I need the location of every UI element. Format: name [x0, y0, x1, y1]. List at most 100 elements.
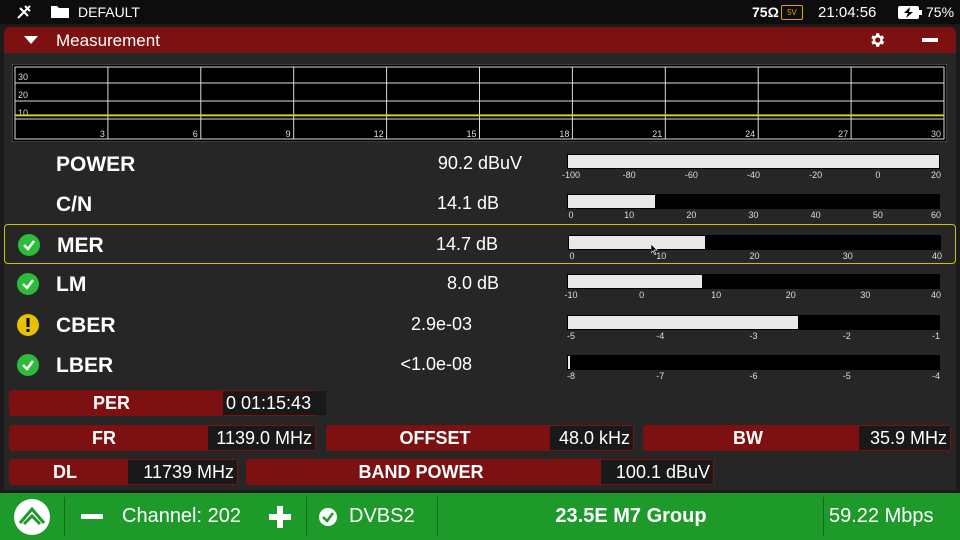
bar-scale-tick: 60 — [930, 210, 942, 220]
bar-scale-tick: -4 — [656, 331, 665, 341]
graph-y-tick: 10 — [18, 108, 28, 118]
collapse-triangle-icon[interactable] — [24, 36, 38, 45]
lock-check-icon — [319, 508, 337, 526]
measurement-row-mer[interactable]: MER 14.7 dB 0 10 20 30 40 — [4, 224, 956, 264]
bw-box: BW 35.9 MHz — [643, 425, 951, 451]
graph-y-tick: 20 — [18, 90, 28, 100]
bar-scale-tick: -1 — [931, 331, 941, 341]
graph-x-tick: 12 — [374, 129, 384, 139]
gear-icon[interactable] — [868, 31, 886, 49]
fr-label: FR — [92, 428, 116, 448]
divider — [64, 497, 65, 536]
antenna-off-icon — [17, 5, 31, 19]
bar-scale: -10 0 10 20 30 40 — [564, 290, 941, 302]
bitrate-value: 59.22 Mbps — [829, 505, 934, 527]
level-bar — [567, 274, 940, 289]
bar-scale-tick: -10 — [564, 290, 578, 300]
bar-scale-tick: -60 — [684, 170, 698, 180]
bar-scale-tick: -40 — [746, 170, 761, 180]
service-name[interactable]: 23.5E M7 Group — [438, 505, 824, 528]
measurement-row-power[interactable]: POWER 90.2 dBuV -100 -80 -60 -40 -20 0 20 — [4, 144, 956, 184]
minimize-icon[interactable] — [922, 38, 938, 42]
check-circle-icon — [18, 234, 40, 256]
measurement-value: 14.1 dB — [436, 193, 499, 213]
bar-scale-tick: -20 — [809, 170, 823, 180]
voltage-indicator: 5V — [781, 5, 803, 20]
bar-scale-tick: -6 — [749, 371, 758, 381]
history-graph: 3 6 9 12 15 18 21 24 27 30 30 20 10 — [12, 64, 947, 142]
per-box: PER 0 01:15:43 — [9, 390, 326, 416]
level-bar-fill — [568, 195, 655, 208]
bar-scale-tick: -80 — [622, 170, 636, 180]
level-bar — [567, 154, 940, 169]
bar-scale-tick: -5 — [566, 331, 576, 341]
fr-box: FR 1139.0 MHz — [9, 425, 316, 451]
band-power-box: BAND POWER 100.1 dBuV — [246, 459, 714, 485]
home-logo-icon[interactable] — [14, 499, 50, 535]
level-bar — [568, 235, 941, 250]
measurement-value: <1.0e-08 — [400, 354, 472, 374]
bw-value: 35.9 MHz — [859, 426, 950, 450]
level-bar — [567, 355, 940, 370]
per-label: PER — [92, 393, 130, 413]
bar-scale-tick: -5 — [842, 371, 851, 381]
measurement-name: POWER — [56, 153, 136, 176]
mouse-cursor-icon — [650, 242, 659, 260]
measurement-row-cber[interactable]: CBER 2.9e-03 -5 -4 -3 -2 -1 — [4, 305, 956, 345]
measurement-name: CBER — [56, 314, 116, 337]
dl-box: DL 11739 MHz — [9, 459, 238, 485]
bw-label: BW — [733, 428, 763, 448]
folder-icon — [51, 6, 69, 18]
per-value: 0 01:15:43 — [223, 391, 326, 415]
graph-x-tick: 18 — [559, 129, 569, 139]
graph-x-tick: 30 — [931, 129, 941, 139]
offset-box: OFFSET 48.0 kHz — [326, 425, 634, 451]
band-power-label: BAND POWER — [358, 462, 484, 482]
measurement-row-cn[interactable]: C/N 14.1 dB 0 10 20 30 40 50 60 — [4, 184, 956, 224]
level-bar-fill — [568, 356, 570, 369]
bar-scale-tick: 30 — [842, 251, 853, 261]
measurement-row-lber[interactable]: LBER <1.0e-08 -8 -7 -6 -5 -4 — [4, 345, 956, 385]
measurement-name: LBER — [56, 354, 114, 377]
bar-scale-tick: 50 — [872, 210, 883, 220]
level-bar-fill — [569, 236, 705, 249]
channel-up-button[interactable] — [268, 506, 292, 528]
bar-scale: -5 -4 -3 -2 -1 — [567, 331, 940, 343]
battery-charging-icon — [898, 6, 922, 19]
check-circle-icon — [17, 273, 39, 295]
graph-x-tick: 15 — [466, 129, 476, 139]
fr-value: 1139.0 MHz — [208, 426, 315, 450]
measurement-header[interactable]: Measurement — [4, 27, 956, 53]
standard-label: DVBS2 — [349, 505, 415, 527]
bottom-bar: Channel: 202 DVBS2 23.5E M7 Group 59.22 … — [0, 493, 960, 540]
impedance-indicator: 75Ω — [752, 4, 779, 20]
profile-name: DEFAULT — [78, 4, 140, 20]
graph-x-tick: 21 — [652, 129, 662, 139]
offset-value: 48.0 kHz — [550, 426, 633, 450]
band-power-value: 100.1 dBuV — [601, 460, 713, 484]
measurement-name: C/N — [56, 193, 93, 216]
battery-level: 75% — [926, 4, 955, 20]
channel-label: Channel: 202 — [122, 505, 241, 527]
bar-scale-tick: 20 — [686, 210, 697, 220]
measurement-row-lm[interactable]: LM 8.0 dB -10 0 10 20 30 40 — [4, 264, 956, 304]
offset-label: OFFSET — [399, 428, 471, 448]
bar-scale-tick: -8 — [566, 371, 576, 381]
measurement-value: 2.9e-03 — [410, 314, 472, 334]
bar-scale-tick: -100 — [561, 170, 581, 180]
measurement-value: 90.2 dBuV — [437, 153, 522, 173]
bar-scale-tick: 0 — [569, 251, 575, 261]
measurement-name: LM — [56, 273, 87, 296]
bar-scale-tick: 30 — [860, 290, 871, 300]
level-bar — [567, 315, 940, 330]
panel-title: Measurement — [56, 31, 160, 50]
graph-x-tick: 3 — [100, 129, 105, 139]
bar-scale: -100 -80 -60 -40 -20 0 20 — [562, 170, 941, 182]
bar-scale-tick: -4 — [931, 371, 941, 381]
level-bar — [567, 194, 940, 209]
divider — [306, 497, 307, 536]
graph-x-tick: 27 — [838, 129, 848, 139]
bar-scale-tick: 0 — [639, 290, 645, 300]
channel-down-button[interactable] — [81, 514, 103, 519]
graph-x-tick: 9 — [286, 129, 291, 139]
